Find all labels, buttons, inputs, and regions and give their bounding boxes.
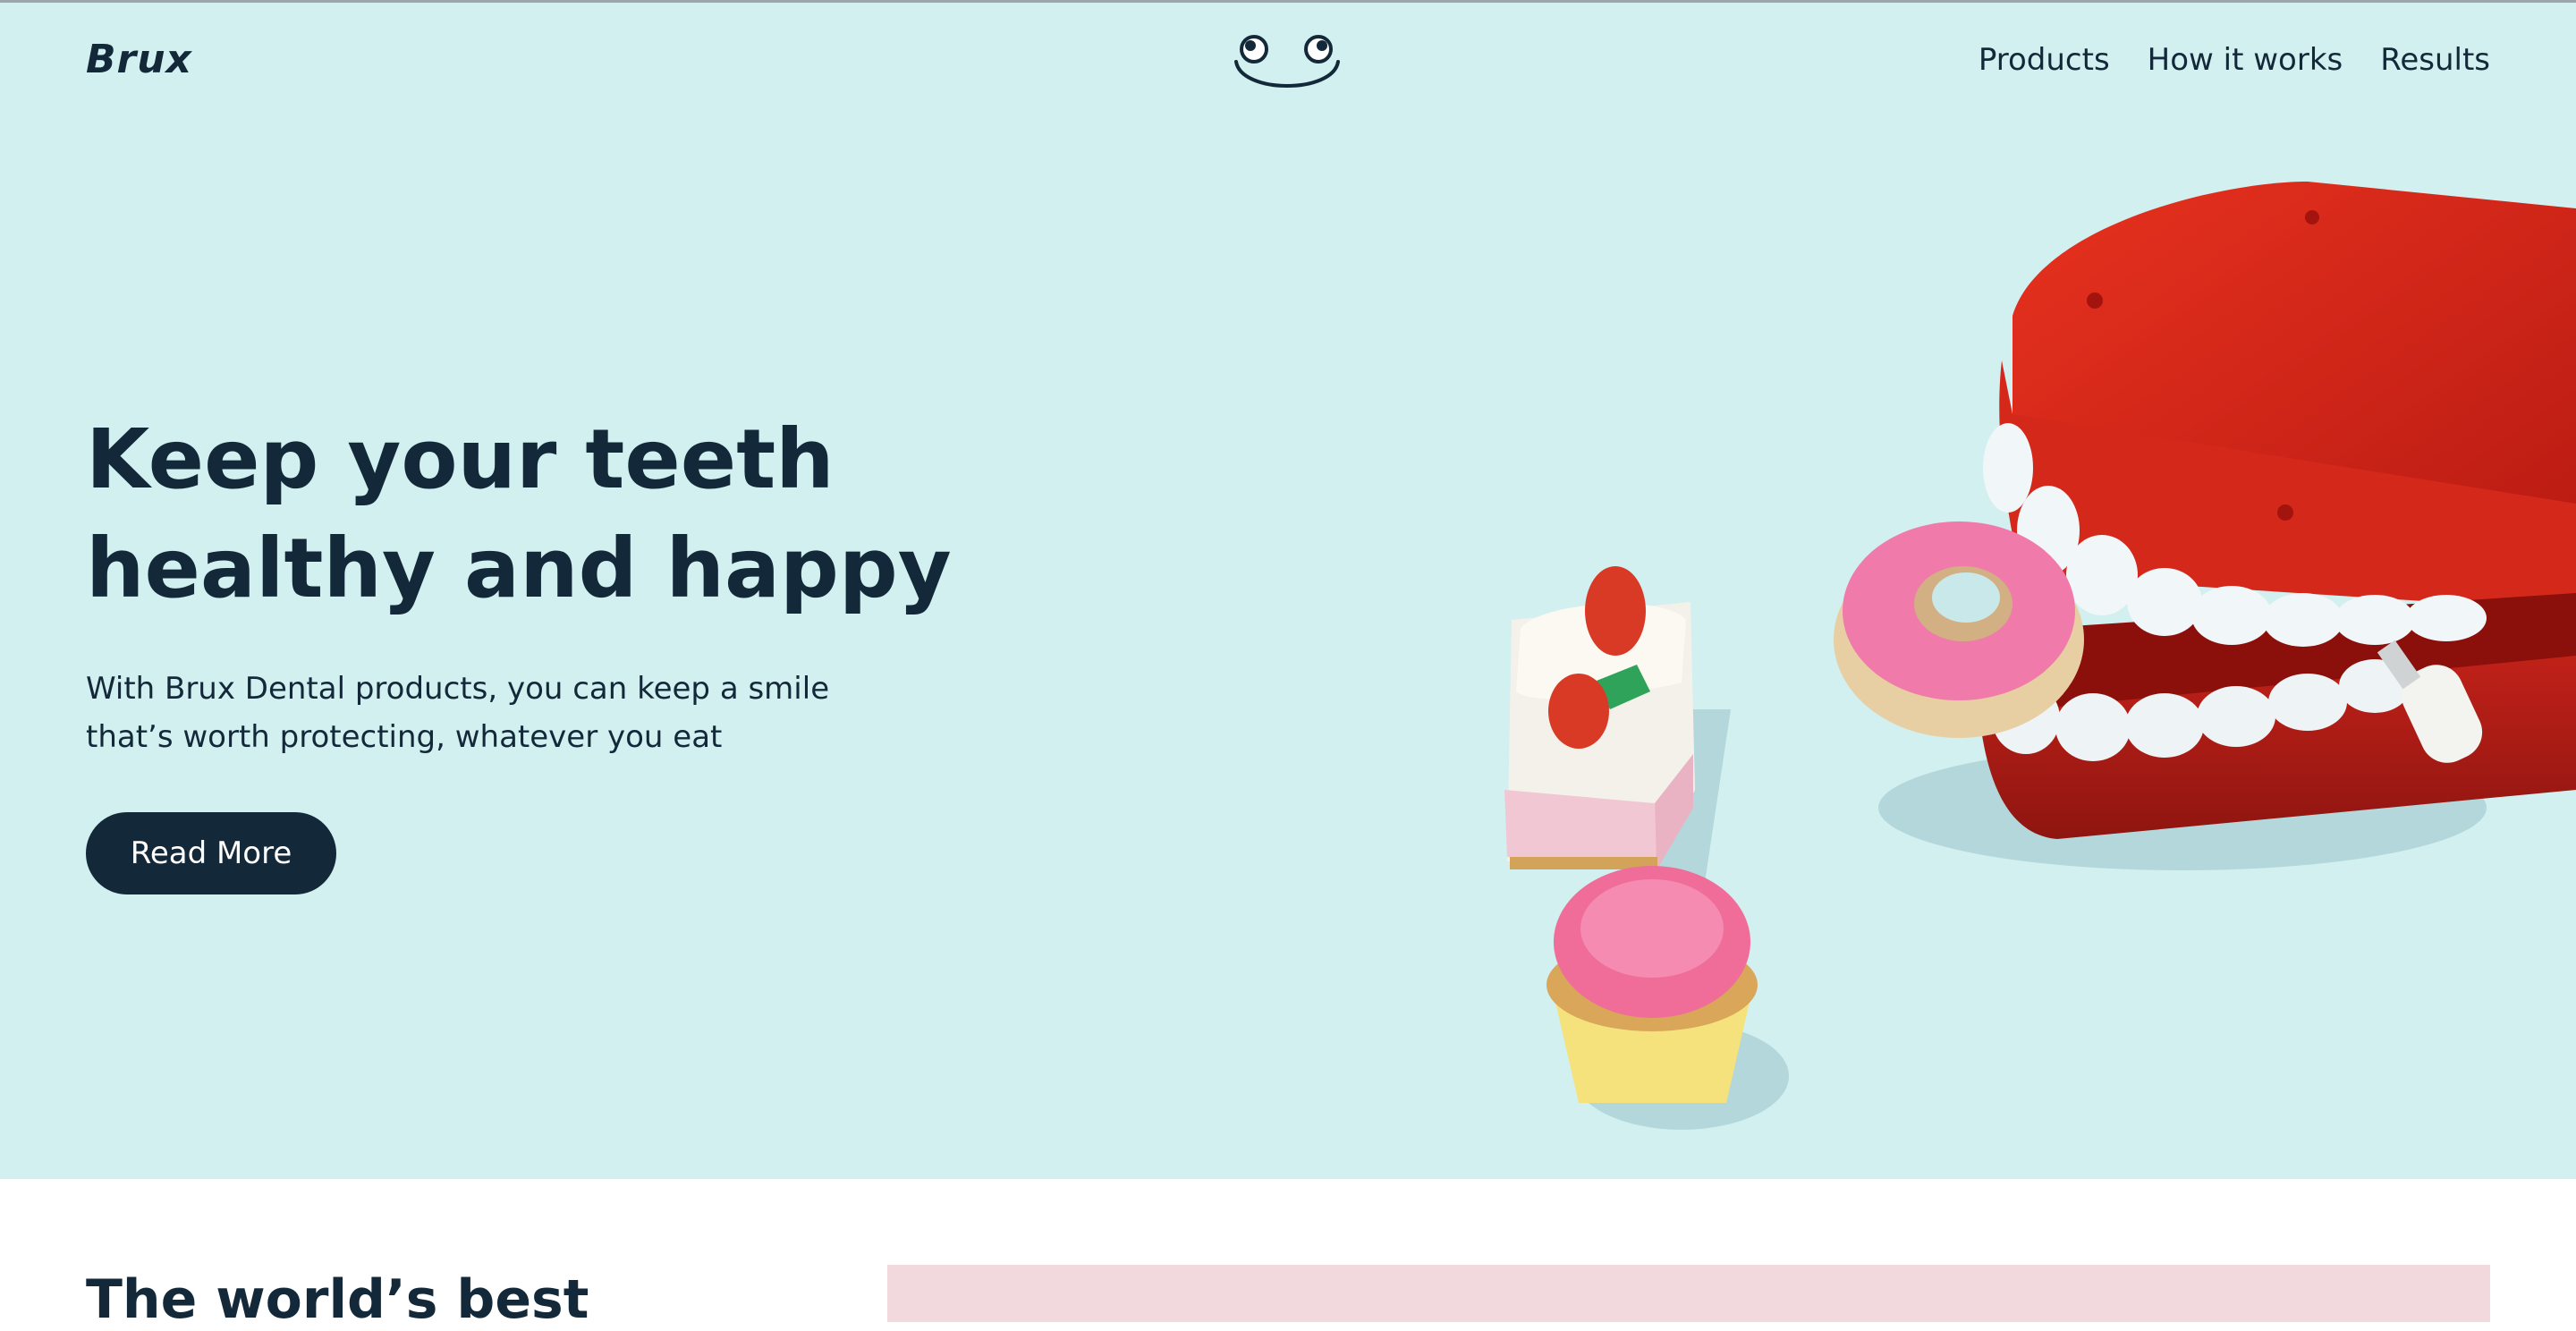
nav-link-how-it-works[interactable]: How it works bbox=[2148, 42, 2343, 78]
read-more-button[interactable]: Read More bbox=[86, 812, 336, 894]
brand-logo[interactable]: Brux bbox=[86, 37, 192, 82]
nav-link-results[interactable]: Results bbox=[2380, 42, 2490, 78]
hero-section: Brux Products How it works Results Keep … bbox=[0, 3, 2576, 1179]
main-nav: Products How it works Results bbox=[1979, 42, 2490, 78]
hero-subtitle: With Brux Dental products, you can keep … bbox=[86, 671, 830, 755]
nav-link-products[interactable]: Products bbox=[1979, 42, 2110, 78]
hero-title: Keep your teeth healthy and happy bbox=[86, 411, 952, 616]
section-image bbox=[887, 1265, 2490, 1322]
smiley-face-icon bbox=[1234, 35, 1340, 88]
